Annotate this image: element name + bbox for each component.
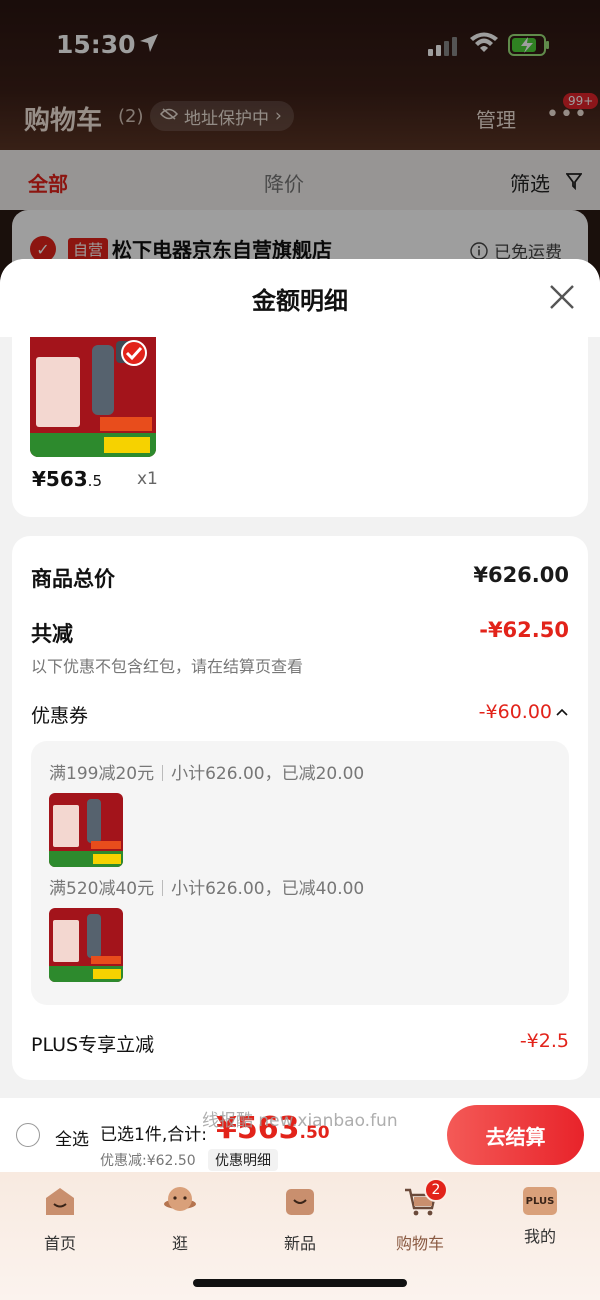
selected-summary: 已选1件,合计: [100, 1125, 207, 1145]
home-icon [46, 1188, 74, 1215]
coupon-rule-1: 满199减20元 小计626.00，已减20.00 [49, 764, 365, 784]
coupon-product-image [49, 908, 123, 982]
total-price-row: 商品总价 ¥626.00 [31, 563, 569, 593]
amount-detail-sheet: 金额明细 ¥563.5 x1 商品总价 ¥626.00 共减 -¥62.50 以… [0, 259, 600, 1171]
checkout-button[interactable]: 去结算 [447, 1105, 584, 1165]
reduction-label: 共减 [31, 622, 73, 646]
tab-cart[interactable]: 2 购物车 [380, 1178, 460, 1254]
coupon-list: 满199减20元 小计626.00，已减20.00 满520减40元 小计626.0… [31, 741, 569, 1005]
new-icon [286, 1189, 314, 1215]
coupon-rule-2: 满520减40元 小计626.00，已减40.00 [49, 879, 365, 899]
plus-member-icon: PLUS [523, 1187, 557, 1215]
coupon-label: 优惠券 [31, 705, 89, 727]
tab-explore-label: 逛 [171, 1234, 188, 1253]
tab-explore[interactable]: 逛 [140, 1184, 220, 1254]
reduction-row: 共减 -¥62.50 [31, 618, 569, 648]
plus-discount-label: PLUS专享立减 [31, 1034, 155, 1056]
product-card: ¥563.5 x1 [12, 337, 588, 517]
select-all-label[interactable]: 全选 [55, 1125, 89, 1150]
tab-home[interactable]: 首页 [20, 1184, 100, 1254]
discount-detail-link[interactable]: 优惠明细 [208, 1149, 278, 1171]
plus-discount-row: PLUS专享立减 -¥2.5 [31, 1030, 569, 1057]
plus-discount-value: -¥2.5 [519, 1030, 569, 1052]
tab-mine[interactable]: PLUS 我的 [500, 1184, 580, 1247]
home-indicator [193, 1279, 407, 1287]
tab-cart-label: 购物车 [395, 1234, 444, 1253]
close-icon[interactable] [548, 283, 576, 311]
total-price-label: 商品总价 [31, 567, 115, 591]
discount-summary: 优惠减:¥62.50 [100, 1153, 196, 1169]
tab-home-label: 首页 [43, 1234, 76, 1253]
reduction-note: 以下优惠不包含红包，请在结算页查看 [31, 657, 304, 676]
cart-badge: 2 [424, 1178, 448, 1202]
tab-mine-label: 我的 [523, 1227, 556, 1246]
watermark: 线报酷 new.xianbao.fun [202, 1111, 398, 1131]
sheet-title: 金额明细 [252, 287, 348, 315]
sheet-header: 金额明细 [0, 259, 600, 337]
select-all-radio[interactable] [16, 1123, 40, 1147]
price-detail-card: 商品总价 ¥626.00 共减 -¥62.50 以下优惠不包含红包，请在结算页查… [12, 536, 588, 1080]
tab-new-label: 新品 [283, 1234, 316, 1253]
tab-new[interactable]: 新品 [260, 1184, 340, 1254]
coupon-value: -¥60.00 [478, 701, 552, 723]
product-quantity: x1 [137, 469, 158, 489]
product-image[interactable] [30, 337, 156, 457]
chevron-up-icon [556, 708, 568, 716]
coupon-product-image [49, 793, 123, 867]
explore-icon [164, 1187, 196, 1211]
total-price-value: ¥626.00 [473, 563, 569, 587]
product-price: ¥563.5 [32, 467, 102, 491]
coupon-toggle[interactable]: -¥60.00 [479, 701, 568, 723]
reduction-value: -¥62.50 [479, 618, 569, 642]
